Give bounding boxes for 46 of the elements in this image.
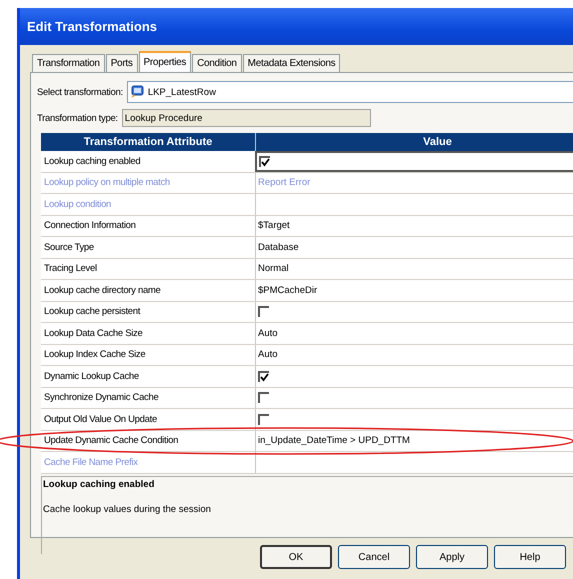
description-text: Cache lookup values during the session xyxy=(43,504,212,514)
checkbox[interactable] xyxy=(259,156,270,167)
tab[interactable]: Properties xyxy=(138,51,192,72)
checkbox[interactable] xyxy=(258,414,269,425)
select-value: LKP_LatestRow xyxy=(148,86,216,98)
field-label: Select transformation: xyxy=(37,86,123,98)
transformation-select[interactable]: LKP_LatestRow xyxy=(126,81,573,103)
value-text: Auto xyxy=(258,328,278,339)
description-title: Lookup caching enabled xyxy=(43,478,156,490)
value-cell[interactable]: Database xyxy=(255,237,573,258)
window-title: Edit Transformations xyxy=(27,19,158,34)
dialog-button[interactable]: OK xyxy=(260,545,332,569)
value-cell[interactable]: in_Update_DateTime > UPD_DTTM xyxy=(255,430,573,451)
attribute-cell[interactable]: Tracing Level xyxy=(41,258,255,279)
dialog-button[interactable]: Apply xyxy=(416,545,488,569)
attribute-cell[interactable]: Lookup cache directory name xyxy=(41,280,255,300)
value-cell[interactable]: $PMCacheDir xyxy=(255,280,573,300)
value-text: Auto xyxy=(258,349,278,360)
value-text: Report Error xyxy=(258,177,310,188)
attribute-cell[interactable]: Source Type xyxy=(41,237,255,258)
column-header: Transformation Attribute xyxy=(82,135,214,150)
dialog-button[interactable]: Help xyxy=(494,545,566,569)
value-text: $Target xyxy=(258,220,290,232)
value-text: Database xyxy=(258,242,299,253)
checkbox[interactable] xyxy=(258,370,269,382)
tab[interactable]: Condition xyxy=(192,54,242,72)
lookup-icon xyxy=(130,85,144,99)
value-cell[interactable]: $Target xyxy=(255,216,573,236)
tab[interactable]: Metadata Extensions xyxy=(242,54,340,72)
value-text: in_Update_DateTime > UPD_DTTM xyxy=(258,435,410,446)
tab[interactable]: Transformation xyxy=(32,54,105,72)
attribute-cell[interactable]: Lookup Data Cache Size xyxy=(41,323,255,344)
value-cell[interactable]: Auto xyxy=(255,323,573,344)
value-cell[interactable]: Normal xyxy=(255,258,573,279)
value-text: Normal xyxy=(258,263,289,274)
dialog-button[interactable]: Cancel xyxy=(338,545,410,569)
field-label: Transformation type: xyxy=(37,112,118,124)
column-header: Value xyxy=(255,133,573,151)
type-field: Lookup Procedure xyxy=(122,109,371,127)
attribute-cell[interactable]: Lookup Index Cache Size xyxy=(41,344,255,365)
value-cell[interactable]: Auto xyxy=(255,344,573,365)
value-text: $PMCacheDir xyxy=(258,284,318,296)
tab[interactable]: Ports xyxy=(106,54,138,72)
attribute-cell[interactable]: Connection Information xyxy=(41,216,255,236)
value-cell[interactable] xyxy=(255,151,573,172)
attribute-cell[interactable]: Update Dynamic Cache Condition xyxy=(41,430,255,451)
